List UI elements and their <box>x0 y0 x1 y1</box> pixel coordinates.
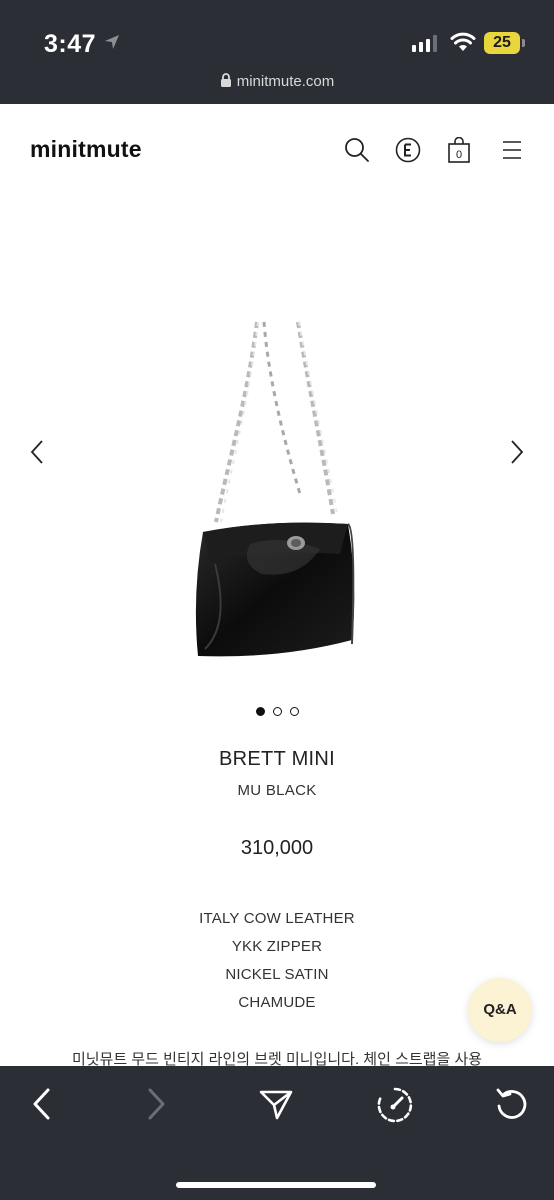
share-icon[interactable] <box>258 1086 294 1122</box>
gallery-pagination <box>0 703 554 721</box>
url-text: minitmute.com <box>236 73 335 90</box>
qa-button[interactable]: Q&A <box>468 978 532 1042</box>
lock-icon <box>220 73 231 87</box>
product-price: 310,000 <box>240 837 314 859</box>
spec-item: NICKEL SATIN <box>225 966 329 983</box>
location-arrow-icon <box>105 35 119 49</box>
back-icon[interactable] <box>30 1086 52 1122</box>
spec-item: ITALY COW LEATHER <box>199 910 355 927</box>
site-logo[interactable]: minitmute <box>30 136 142 163</box>
product-color: MU BLACK <box>237 782 317 799</box>
product-description: 미닛뮤트 무드 빈티지 라인의 브렛 미니입니다. 체인 스트랩을 사용 <box>71 1051 483 1066</box>
cellular-signal-icon <box>412 35 437 52</box>
search-icon[interactable] <box>344 137 370 163</box>
web-page: minitmute 0 BRETT MINI MU BLACK 310,000 … <box>0 104 554 1066</box>
status-time: 3:47 <box>44 30 97 58</box>
browser-toolbar <box>0 1066 554 1200</box>
reload-icon[interactable] <box>494 1086 530 1122</box>
status-bar: 3:47 25 <box>0 0 554 72</box>
battery-tip <box>522 39 525 47</box>
home-indicator[interactable] <box>176 1182 376 1188</box>
e-icon[interactable] <box>395 137 421 163</box>
gallery-next-arrow[interactable] <box>510 439 524 465</box>
spec-item: YKK ZIPPER <box>231 938 323 955</box>
battery-indicator: 25 <box>484 32 520 54</box>
gallery-prev-arrow[interactable] <box>30 439 44 465</box>
menu-icon[interactable] <box>502 140 522 160</box>
gallery-dot[interactable] <box>272 707 282 716</box>
site-header: minitmute 0 <box>0 104 554 194</box>
speed-dial-icon[interactable] <box>376 1086 414 1124</box>
address-bar[interactable]: minitmute.com <box>0 72 554 104</box>
product-name: BRETT MINI <box>219 748 335 770</box>
cart-count: 0 <box>456 149 462 161</box>
gallery-dot[interactable] <box>255 707 265 716</box>
gallery-dot[interactable] <box>289 707 299 716</box>
product-image[interactable] <box>0 204 554 724</box>
wifi-icon <box>450 32 476 51</box>
cart-icon[interactable]: 0 <box>447 137 471 163</box>
url-display[interactable]: minitmute.com <box>0 72 554 92</box>
forward-icon[interactable] <box>146 1086 168 1122</box>
